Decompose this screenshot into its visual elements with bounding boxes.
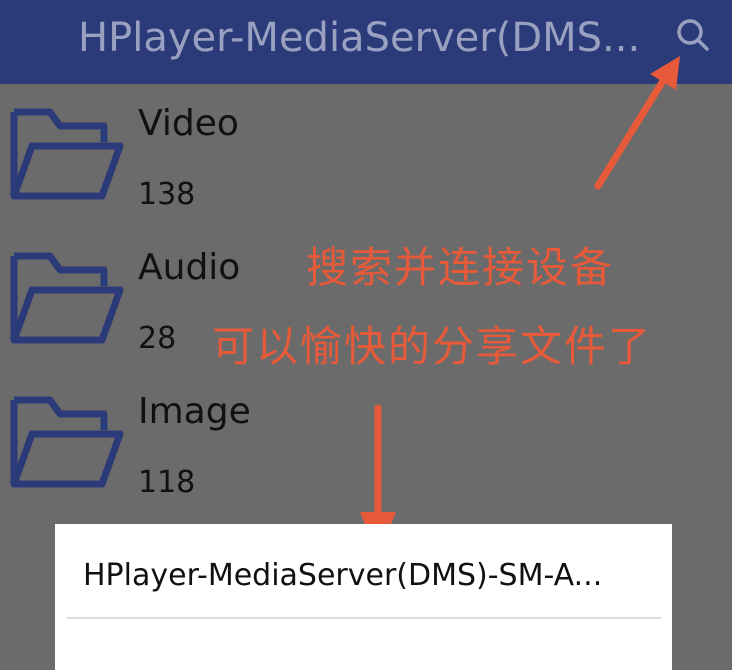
folder-count: 138 <box>138 177 196 212</box>
folder-name: Video <box>138 103 239 144</box>
search-icon <box>677 19 709 51</box>
folder-name: Image <box>138 391 251 432</box>
server-title: HPlayer-MediaServer(DMS... <box>78 15 641 61</box>
dialog-device-item[interactable]: HPlayer-MediaServer(DMS)-SM-A... <box>83 556 649 596</box>
search-button[interactable] <box>672 14 712 54</box>
folder-count: 28 <box>138 321 177 356</box>
arrow-to-search-icon <box>594 56 680 190</box>
device-select-dialog: HPlayer-MediaServer(DMS)-SM-A... <box>55 524 672 670</box>
annotation-line-2: 可以愉快的分享文件了 <box>212 322 653 371</box>
annotation-line-1: 搜索并连接设备 <box>306 243 615 292</box>
folder-icon <box>10 396 124 488</box>
folder-icon <box>10 108 124 200</box>
folder-count: 118 <box>138 465 196 500</box>
folder-name: Audio <box>138 247 241 288</box>
folder-icon <box>10 252 124 344</box>
dialog-divider <box>67 617 661 619</box>
